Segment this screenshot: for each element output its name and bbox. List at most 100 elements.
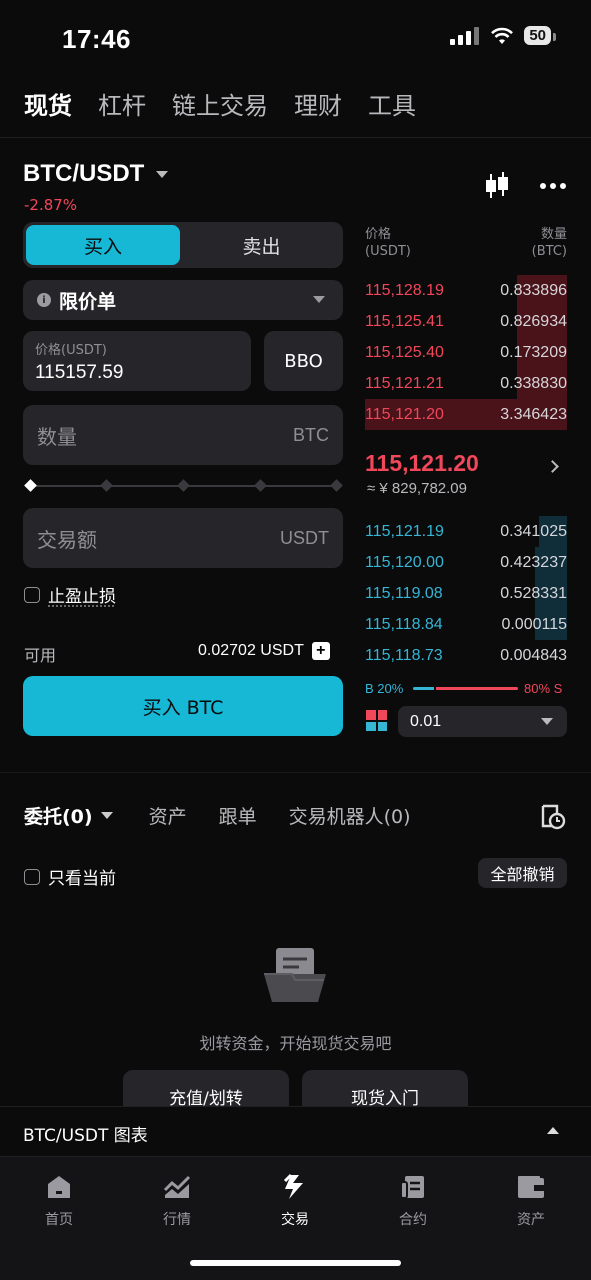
- tab-open-orders-label: 委托(0): [24, 806, 93, 828]
- amount-input[interactable]: 交易额 USDT: [23, 508, 343, 568]
- buy-submit-button[interactable]: 买入 BTC: [23, 676, 343, 736]
- nav-markets-label: 行情: [163, 1212, 191, 1228]
- available-label: 可用: [24, 646, 57, 665]
- candlestick-icon[interactable]: [484, 172, 510, 200]
- ob-qty-header-unit: (BTC): [531, 244, 567, 259]
- order-history-icon[interactable]: [540, 802, 566, 830]
- tab-onchain[interactable]: 链上交易: [172, 86, 268, 121]
- available-value: 0.02702 USDT: [198, 642, 304, 659]
- home-icon: [48, 1176, 70, 1198]
- bid-qty: 0.000115: [501, 615, 567, 633]
- bid-price: 115,118.73: [365, 646, 443, 664]
- caret-up-icon[interactable]: [547, 1127, 559, 1134]
- pair-selector[interactable]: BTC/USDT: [23, 160, 169, 188]
- nav-assets[interactable]: 资产: [491, 1173, 571, 1229]
- nav-home-label: 首页: [45, 1212, 73, 1228]
- ask-row[interactable]: 115,125.41 0.826934: [365, 306, 567, 337]
- tab-margin[interactable]: 杠杆: [98, 86, 146, 121]
- amount-placeholder: 交易额: [37, 527, 97, 552]
- quantity-input[interactable]: 数量 BTC: [23, 405, 343, 465]
- slider-tick[interactable]: [177, 479, 190, 492]
- bbo-button[interactable]: BBO: [264, 331, 343, 391]
- ask-price: 115,121.20: [365, 405, 444, 423]
- tab-trading-bots[interactable]: 交易机器人(0): [289, 802, 411, 829]
- info-icon[interactable]: i: [37, 293, 51, 307]
- trade-icon: [283, 1173, 303, 1199]
- bid-row[interactable]: 115,120.00 0.423237: [365, 547, 567, 578]
- ask-row[interactable]: 115,121.21 0.338830: [365, 368, 567, 399]
- order-type-label: 限价单: [59, 290, 117, 313]
- nav-markets[interactable]: 行情: [137, 1173, 217, 1229]
- ob-qty-header: 数量 (BTC): [532, 226, 567, 260]
- ask-qty: 0.833896: [500, 281, 567, 299]
- last-price[interactable]: 115,121.20: [365, 450, 479, 477]
- plus-icon[interactable]: +: [311, 642, 330, 660]
- tpsl-checkbox[interactable]: 止盈止损: [24, 582, 116, 607]
- chart-toggle-bar[interactable]: BTC/USDT 图表: [0, 1106, 591, 1156]
- checkbox-icon[interactable]: [24, 868, 40, 885]
- ask-price: 115,125.41: [365, 312, 444, 330]
- chevron-right-icon[interactable]: [546, 460, 559, 473]
- depth-view-icon[interactable]: [366, 710, 387, 731]
- ob-qty-header-label: 数量: [540, 227, 567, 242]
- slider-tick[interactable]: [330, 479, 343, 492]
- slider-tick[interactable]: [100, 479, 113, 492]
- ask-price: 115,121.21: [365, 374, 444, 392]
- nav-assets-label: 资产: [517, 1212, 545, 1228]
- cancel-all-button[interactable]: 全部撤销: [478, 858, 567, 888]
- buy-tab[interactable]: 买入: [26, 225, 180, 265]
- status-icons: 50: [450, 26, 556, 45]
- tab-spot[interactable]: 现货: [24, 86, 72, 121]
- price-input[interactable]: 价格(USDT) 115157.59: [23, 331, 251, 391]
- order-type-select[interactable]: i 限价单: [23, 280, 343, 320]
- empty-document-icon: [264, 948, 326, 1002]
- bid-row[interactable]: 115,118.73 0.004843: [365, 640, 567, 671]
- bid-qty: 0.341025: [500, 522, 567, 540]
- percent-slider[interactable]: [24, 479, 343, 492]
- futures-icon: [400, 1176, 424, 1199]
- bid-price: 115,118.84: [365, 615, 443, 633]
- buy-sell-toggle: 买入 卖出: [23, 222, 343, 268]
- quantity-placeholder: 数量: [37, 424, 77, 449]
- ask-qty: 0.173209: [500, 343, 567, 361]
- tab-copy-trading[interactable]: 跟单: [219, 802, 257, 829]
- bid-row[interactable]: 115,119.08 0.528331: [365, 578, 567, 609]
- nav-trade[interactable]: 交易: [255, 1173, 335, 1229]
- ratio-sell-fill: [436, 687, 518, 690]
- slider-tick[interactable]: [254, 479, 267, 492]
- bid-qty: 0.004843: [500, 646, 567, 664]
- checkbox-icon[interactable]: [24, 586, 40, 603]
- battery-icon: 50: [524, 26, 556, 45]
- ob-price-header: 价格 (USDT): [365, 226, 411, 260]
- bid-qty: 0.528331: [500, 584, 567, 602]
- price-value[interactable]: 115157.59: [35, 362, 239, 384]
- tab-open-orders[interactable]: 委托(0): [24, 802, 113, 829]
- tab-tools[interactable]: 工具: [368, 86, 416, 121]
- bid-price: 115,121.19: [365, 522, 444, 540]
- caret-down-icon: [541, 718, 553, 725]
- sell-tab[interactable]: 卖出: [183, 225, 340, 265]
- tab-earn[interactable]: 理财: [294, 86, 342, 121]
- nav-futures[interactable]: 合约: [373, 1173, 453, 1229]
- tpsl-label: 止盈止损: [48, 587, 116, 607]
- section-divider: [0, 772, 591, 773]
- wallet-icon: [518, 1176, 544, 1198]
- more-icon[interactable]: [540, 183, 566, 189]
- nav-home[interactable]: 首页: [19, 1173, 99, 1229]
- orders-tabs: 委托(0) 资产 跟单 交易机器人(0): [24, 802, 443, 829]
- ask-row[interactable]: 115,128.19 0.833896: [365, 275, 567, 306]
- pair-change: -2.87%: [24, 196, 78, 214]
- ask-row[interactable]: 115,121.20 3.346423: [365, 399, 567, 430]
- depth-precision-select[interactable]: 0.01: [398, 706, 567, 737]
- tab-assets[interactable]: 资产: [149, 802, 187, 829]
- caret-down-icon: [100, 812, 113, 819]
- last-price-cny: ≈ ¥ 829,782.09: [367, 480, 467, 497]
- slider-handle[interactable]: [24, 479, 37, 492]
- ask-row[interactable]: 115,125.40 0.173209: [365, 337, 567, 368]
- wifi-icon: [491, 27, 514, 44]
- nav-trade-label: 交易: [281, 1212, 309, 1228]
- bid-row[interactable]: 115,118.84 0.000115: [365, 609, 567, 640]
- bid-row[interactable]: 115,121.19 0.341025: [365, 516, 567, 547]
- only-current-checkbox[interactable]: 只看当前: [24, 864, 116, 889]
- depth-precision-value: 0.01: [410, 712, 442, 730]
